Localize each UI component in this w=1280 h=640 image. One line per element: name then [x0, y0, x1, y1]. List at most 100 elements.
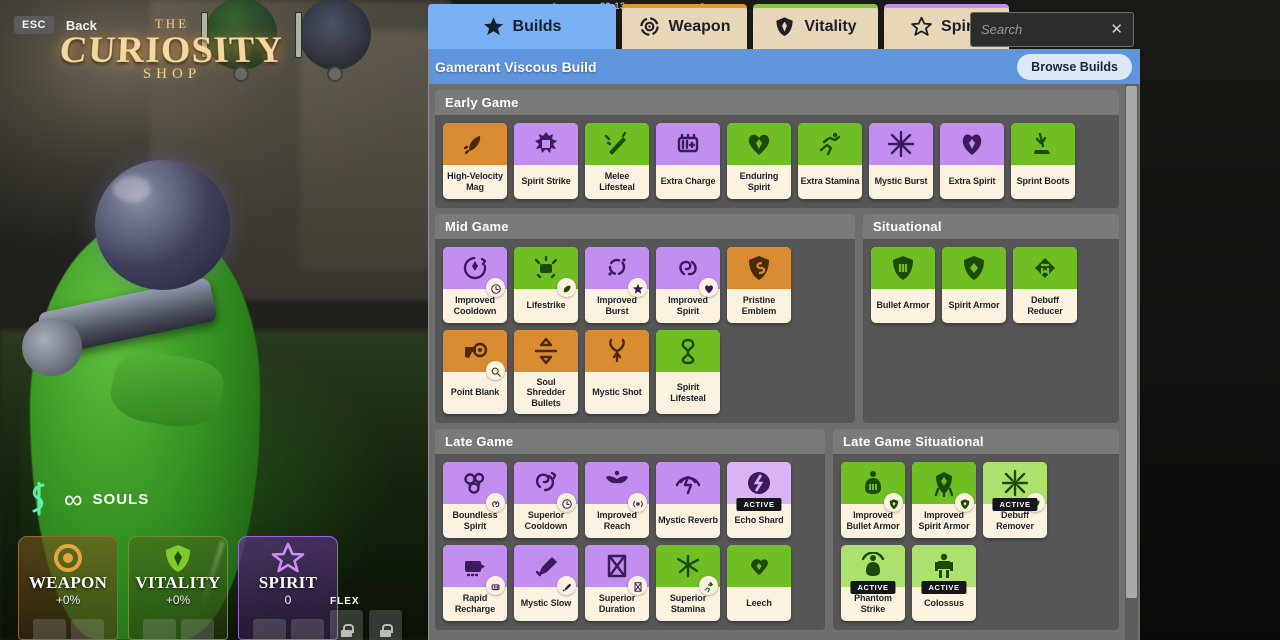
item-card[interactable]: Pristine Emblem	[727, 247, 791, 323]
close-icon[interactable]: ✕	[1110, 22, 1123, 37]
souls-label: SOULS	[92, 490, 150, 508]
esc-back-control[interactable]: ESC Back	[14, 16, 97, 34]
item-card[interactable]: Improved Bullet Armor	[841, 462, 905, 539]
item-card[interactable]: Improved Reach	[585, 462, 649, 539]
item-card[interactable]: Spirit Strike	[514, 123, 578, 199]
item-card[interactable]: Soul Shredder Bullets	[514, 330, 578, 415]
tab-builds[interactable]: Builds	[428, 4, 616, 49]
tab-weapon[interactable]: Weapon	[622, 4, 747, 49]
group-early-game: Early Game High-Velocity Mag Spirit Strik…	[435, 90, 1119, 208]
item-card[interactable]: Mystic Reverb	[656, 462, 720, 539]
item-art	[514, 123, 578, 165]
item-card[interactable]: ACTIVE Debuff Remover	[983, 462, 1047, 539]
active-badge: ACTIVE	[921, 581, 967, 595]
leaf-badge	[557, 278, 576, 297]
item-art	[1011, 123, 1075, 165]
item-name: Leech	[746, 598, 772, 609]
item-grid: Improved Bullet Armor Improved Spirit Arm…	[833, 454, 1119, 622]
item-card[interactable]: Improved Spirit	[656, 247, 720, 323]
item-art	[656, 123, 720, 165]
search-box[interactable]: Search ✕	[970, 12, 1134, 47]
souls-display: ∞ SOULS	[24, 481, 150, 516]
sparkle-icon	[887, 130, 915, 158]
item-card[interactable]: Improved Cooldown	[443, 247, 507, 323]
tab-accent-bar	[428, 4, 616, 8]
item-card[interactable]: Extra Charge	[656, 123, 720, 199]
star-badge	[628, 278, 647, 297]
badge-glyph	[490, 282, 502, 294]
sup-cooldown-icon	[532, 469, 560, 497]
item-art	[940, 123, 1004, 165]
item-grid: High-Velocity Mag Spirit Strike Melee Life…	[435, 115, 1119, 199]
flex-slot[interactable]	[369, 610, 402, 640]
item-card[interactable]: Improved Burst	[585, 247, 649, 323]
item-name: Enduring Spirit	[739, 171, 779, 192]
fist-burst-icon	[532, 130, 560, 158]
group-title: Early Game	[435, 90, 1119, 115]
item-card[interactable]: Enduring Spirit	[727, 123, 791, 199]
item-art	[585, 462, 649, 513]
stat-card-weapon[interactable]: WEAPON +0%	[18, 536, 118, 640]
star-icon	[483, 16, 504, 37]
item-card[interactable]: Bullet Armor	[871, 247, 935, 323]
item-card[interactable]: Spirit Armor	[942, 247, 1006, 323]
infinity-icon: ∞	[64, 484, 83, 514]
flex-slot[interactable]	[330, 610, 363, 640]
item-card[interactable]: Superior Stamina	[656, 545, 720, 622]
item-card[interactable]: Mystic Burst	[869, 123, 933, 199]
item-slot[interactable]	[252, 619, 286, 639]
item-name: Extra Charge	[660, 176, 716, 187]
item-card[interactable]: Extra Stamina	[798, 123, 862, 199]
slow-badge	[557, 576, 576, 596]
item-card[interactable]: Lifestrike	[514, 247, 578, 323]
item-card[interactable]: Spirit Lifesteal	[656, 330, 720, 415]
badge-glyph	[490, 365, 502, 377]
item-card[interactable]: Boundless Spirit	[443, 462, 507, 539]
item-card[interactable]: Extra Spirit	[940, 123, 1004, 199]
item-card[interactable]: Debuff Reducer	[1013, 247, 1077, 323]
item-slot[interactable]	[290, 619, 324, 639]
item-art: ACTIVE	[841, 545, 905, 595]
group-late-game: Late Game Boundless Spirit Superior Coold…	[435, 429, 825, 631]
item-card[interactable]: Sprint Boots	[1011, 123, 1075, 199]
swirl-badge	[486, 493, 505, 513]
imp-spirit-armor-icon	[930, 469, 958, 498]
item-art	[942, 247, 1006, 289]
item-art	[727, 247, 791, 289]
active-badge: ACTIVE	[992, 498, 1038, 512]
item-card[interactable]: High-Velocity Mag	[443, 123, 507, 199]
browse-builds-button[interactable]: Browse Builds	[1017, 53, 1132, 80]
stat-card-spirit[interactable]: SPIRIT 0	[238, 536, 338, 640]
boundless-icon	[461, 469, 489, 497]
item-slot[interactable]	[32, 619, 66, 639]
item-card[interactable]: Superior Cooldown	[514, 462, 578, 539]
tab-vitality[interactable]: Vitality	[753, 4, 878, 49]
item-card[interactable]: Point Blank	[443, 330, 507, 415]
item-card[interactable]: Mystic Shot	[585, 330, 649, 415]
item-slot[interactable]	[70, 619, 104, 639]
item-card[interactable]: Improved Spirit Armor	[912, 462, 976, 539]
item-card[interactable]: Mystic Slow	[514, 545, 578, 622]
runner-badge	[699, 576, 718, 596]
item-card[interactable]: Superior Duration	[585, 545, 649, 622]
vitality-icon	[161, 542, 195, 574]
item-card[interactable]: Rapid Recharge	[443, 545, 507, 622]
item-card[interactable]: ACTIVE Colossus	[912, 545, 976, 622]
item-card[interactable]: ACTIVE Phantom Strike	[841, 545, 905, 622]
stat-card-vitality[interactable]: VITALITY +0%	[128, 536, 228, 640]
item-card[interactable]: Melee Lifesteal	[585, 123, 649, 199]
item-card[interactable]: Leech	[727, 545, 791, 622]
search-input[interactable]: Search	[981, 22, 1022, 37]
imp-bullet-armor-icon	[859, 469, 887, 497]
group-mid-game: Mid Game Improved Cooldown Lifestrike Impr…	[435, 214, 855, 424]
item-name: Soul Shredder Bullets	[526, 377, 566, 408]
item-slot[interactable]	[142, 619, 176, 639]
item-slot[interactable]	[180, 619, 214, 639]
flex-slots-area: FLEX	[330, 596, 402, 640]
item-name: Mystic Reverb	[658, 515, 718, 526]
target-icon	[639, 16, 660, 37]
item-card[interactable]: ACTIVE Echo Shard	[727, 462, 791, 539]
scrollbar-thumb[interactable]	[1126, 86, 1137, 598]
item-art	[585, 545, 649, 596]
shop-scroll-area: Early Game High-Velocity Mag Spirit Strik…	[429, 84, 1125, 640]
